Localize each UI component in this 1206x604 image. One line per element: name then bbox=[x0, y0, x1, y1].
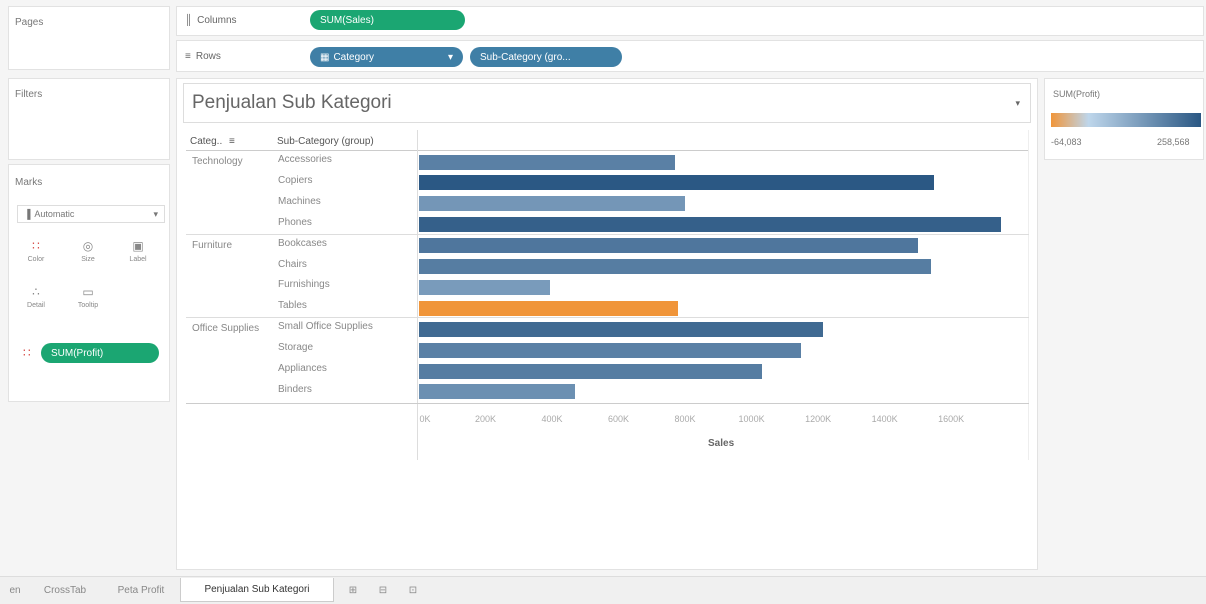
legend-max: 258,568 bbox=[1157, 137, 1190, 147]
subcategory-label: Chairs bbox=[278, 258, 307, 270]
bar[interactable] bbox=[419, 384, 576, 400]
bar[interactable] bbox=[419, 342, 802, 358]
bar[interactable] bbox=[419, 279, 551, 295]
tab-peta-profit[interactable]: Peta Profit bbox=[106, 578, 176, 602]
x-tick-label: 800K bbox=[674, 414, 696, 424]
subcategory-label: Bookcases bbox=[278, 237, 327, 249]
bar[interactable] bbox=[419, 238, 918, 254]
new-worksheet-icon[interactable]: ⊞ bbox=[344, 578, 362, 602]
legend-title: SUM(Profit) bbox=[1053, 89, 1100, 99]
new-dashboard-icon[interactable]: ⊟ bbox=[374, 578, 392, 602]
bar[interactable] bbox=[419, 300, 679, 316]
x-tick-label: 1600K bbox=[938, 414, 965, 424]
subcategory-label: Phones bbox=[278, 216, 312, 228]
subcategory-label: Binders bbox=[278, 383, 312, 395]
category-label: Office Supplies bbox=[192, 323, 260, 335]
bar[interactable] bbox=[419, 175, 935, 191]
subcategory-label: Copiers bbox=[278, 174, 313, 186]
tab-penjualan-sub-kategori[interactable]: Penjualan Sub Kategori bbox=[180, 578, 334, 602]
bar[interactable] bbox=[419, 321, 824, 337]
x-tick-label: 0K bbox=[419, 414, 431, 424]
tab-crosstab[interactable]: CrossTab bbox=[34, 578, 96, 602]
group-separator bbox=[186, 233, 1029, 235]
group-separator bbox=[186, 317, 1029, 319]
bar[interactable] bbox=[419, 196, 686, 212]
category-label: Technology bbox=[192, 156, 243, 167]
subcategory-label: Appliances bbox=[278, 363, 327, 374]
axis-separator bbox=[186, 402, 1029, 404]
category-label: Furniture bbox=[192, 239, 233, 251]
subcategory-label: Accessories bbox=[278, 154, 332, 165]
bar[interactable] bbox=[419, 259, 932, 274]
x-tick-label: 1200K bbox=[805, 414, 832, 424]
x-axis-title: Sales bbox=[708, 438, 735, 449]
x-tick-label: 400K bbox=[541, 414, 563, 424]
x-tick-label: 600K bbox=[608, 414, 630, 424]
x-tick-label: 200K bbox=[474, 414, 497, 424]
subcategory-label: Small Office Supplies bbox=[278, 321, 373, 333]
x-tick-label: 1000K bbox=[738, 414, 765, 424]
new-story-icon[interactable]: ⊡ bbox=[404, 578, 422, 602]
subcategory-label: Storage bbox=[278, 342, 314, 354]
bar[interactable] bbox=[419, 154, 676, 170]
subcategory-label: Tables bbox=[278, 300, 307, 312]
bar[interactable] bbox=[419, 363, 762, 379]
legend-color-ramp[interactable] bbox=[1051, 113, 1201, 127]
legend-panel: SUM(Profit) -64,083 258,568 bbox=[1044, 78, 1204, 160]
bar[interactable] bbox=[419, 217, 1001, 233]
tab-en[interactable]: en bbox=[4, 578, 26, 602]
x-tick-label: 1400K bbox=[871, 414, 898, 424]
bar-chart: Technology Accessories Copiers Machines Phon… bbox=[0, 0, 1206, 604]
subcategory-label: Furnishings bbox=[278, 279, 330, 291]
legend-min: -64,083 bbox=[1051, 137, 1082, 147]
subcategory-label: Machines bbox=[278, 195, 321, 207]
